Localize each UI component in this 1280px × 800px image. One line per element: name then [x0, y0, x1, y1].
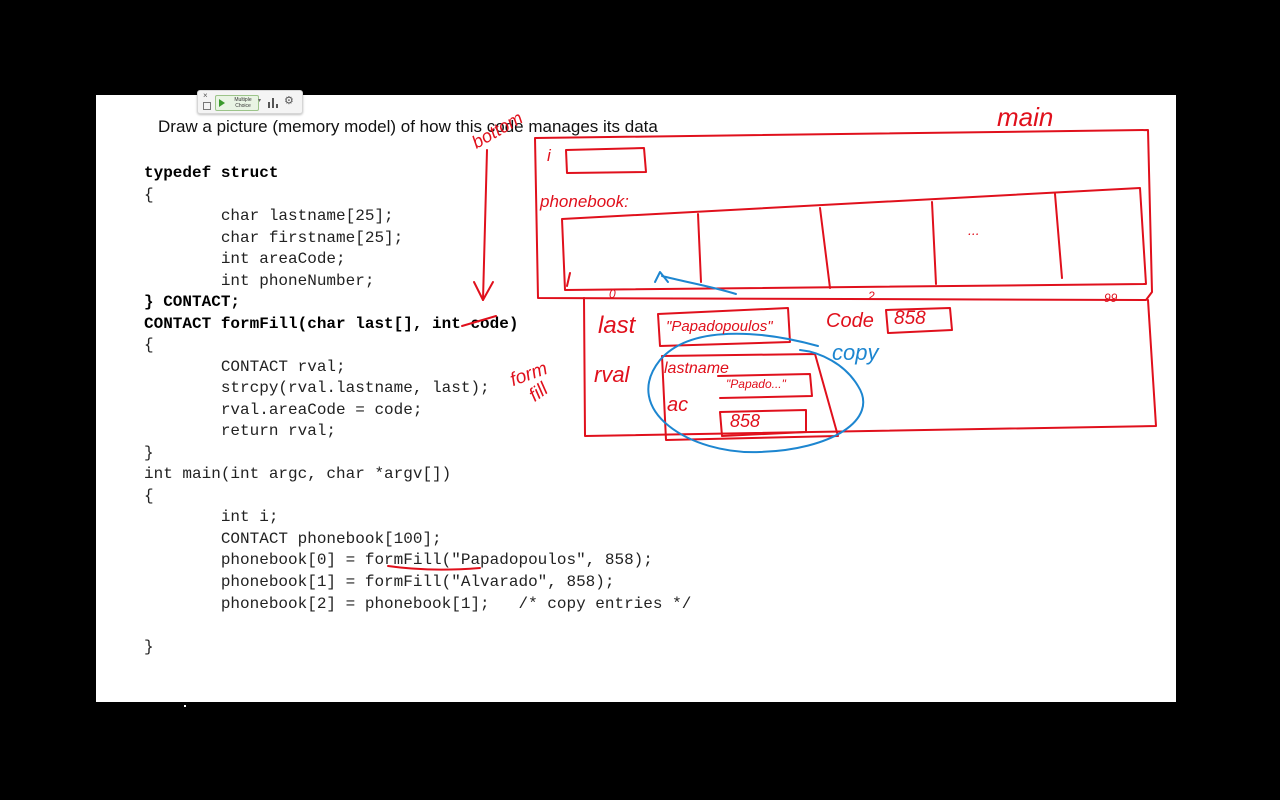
pin-icon[interactable]	[203, 102, 211, 110]
code-line: char firstname[25];	[144, 229, 404, 247]
code-line: return rval;	[144, 422, 337, 440]
code-line: CONTACT rval;	[144, 358, 346, 376]
code-line: {	[144, 487, 154, 505]
poll-toolbar: × Multiple Choice ▾ ⚙	[197, 90, 303, 114]
chevron-down-icon[interactable]: ▾	[258, 97, 261, 104]
code-line: {	[144, 336, 154, 354]
code-line: char lastname[25];	[144, 207, 394, 225]
code-line: CONTACT phonebook[100];	[144, 530, 442, 548]
code-line: phonebook[0] = formFill("Papadopoulos", …	[144, 551, 653, 569]
code-line: strcpy(rval.lastname, last);	[144, 379, 490, 397]
code-line: phonebook[2] = phonebook[1]; /* copy ent…	[144, 595, 692, 613]
cursor-dot	[184, 705, 186, 707]
code-line: CONTACT formFill(char last[], int code)	[144, 315, 519, 333]
code-line: int i;	[144, 508, 279, 526]
code-line: phonebook[1] = formFill("Alvarado", 858)…	[144, 573, 615, 591]
code-line: }	[144, 638, 154, 656]
gear-icon[interactable]: ⚙	[284, 94, 294, 107]
multiple-choice-button[interactable]: Multiple Choice	[215, 95, 259, 111]
code-line: int main(int argc, char *argv[])	[144, 465, 452, 483]
slide-prompt: Draw a picture (memory model) of how thi…	[158, 117, 658, 136]
code-line: int phoneNumber;	[144, 272, 375, 290]
close-icon[interactable]: ×	[203, 92, 208, 100]
code-line: int areaCode;	[144, 250, 346, 268]
slide: Draw a picture (memory model) of how thi…	[96, 95, 1176, 702]
code-line: } CONTACT;	[144, 293, 241, 311]
code-line: {	[144, 186, 154, 204]
code-line: typedef struct	[144, 164, 279, 182]
code-line: }	[144, 444, 154, 462]
multiple-choice-label: Multiple Choice	[234, 97, 252, 109]
bar-chart-icon[interactable]	[267, 96, 279, 108]
code-line: rval.areaCode = code;	[144, 401, 423, 419]
play-icon	[219, 99, 225, 107]
